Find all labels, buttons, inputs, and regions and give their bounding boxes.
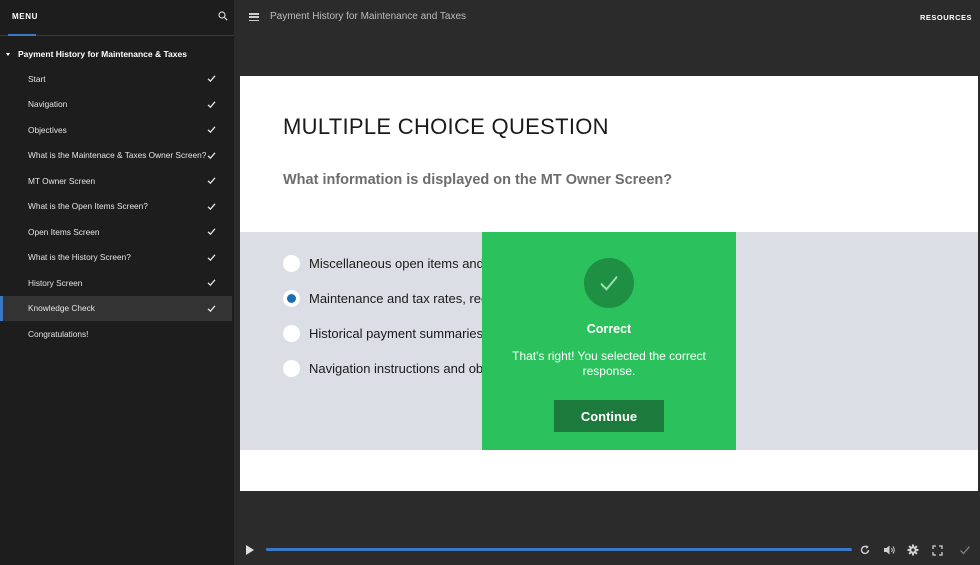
checkmark-icon bbox=[207, 228, 216, 236]
checkmark-icon bbox=[207, 279, 216, 287]
caret-down-icon bbox=[6, 52, 10, 56]
sidebar-item[interactable]: Start bbox=[0, 66, 232, 92]
answer-label: Maintenance and tax rates, recur bbox=[309, 291, 500, 306]
answer-label: Miscellaneous open items and th bbox=[309, 256, 499, 271]
slide-heading: MULTIPLE CHOICE QUESTION bbox=[283, 114, 609, 139]
feedback-message: That's right! You selected the correct r… bbox=[512, 349, 706, 378]
sidebar-item[interactable]: History Screen bbox=[0, 270, 232, 296]
volume-button[interactable] bbox=[882, 543, 896, 557]
answer-option[interactable]: Miscellaneous open items and th bbox=[283, 255, 498, 272]
gear-icon bbox=[907, 544, 919, 556]
checkmark-icon bbox=[600, 275, 618, 292]
answer-area: Miscellaneous open items and th Maintena… bbox=[240, 232, 978, 450]
fullscreen-icon bbox=[931, 544, 943, 556]
radio-button-selected[interactable] bbox=[283, 290, 300, 307]
answer-option[interactable]: Navigation instructions and obje bbox=[283, 360, 493, 377]
answer-label: Historical payment summaries ar bbox=[309, 326, 499, 341]
progress-bar[interactable] bbox=[266, 548, 852, 551]
continue-button[interactable]: Continue bbox=[554, 400, 664, 432]
checkmark-icon bbox=[207, 304, 216, 312]
sidebar-item[interactable]: What is the Open Items Screen? bbox=[0, 194, 232, 220]
sidebar-item-label: Objectives bbox=[28, 124, 67, 135]
sidebar-item[interactable]: Congratulations! bbox=[0, 321, 232, 347]
course-title: Payment History for Maintenance & Taxes bbox=[18, 49, 187, 59]
sidebar-item-label: Knowledge Check bbox=[28, 303, 95, 314]
feedback-title: Correct bbox=[586, 322, 632, 336]
answer-label: Navigation instructions and obje bbox=[309, 361, 494, 376]
radio-button[interactable] bbox=[283, 325, 300, 342]
sidebar-item[interactable]: Open Items Screen bbox=[0, 219, 232, 245]
volume-icon bbox=[883, 545, 895, 555]
course-player: MENU Payment History for Maintenance & T… bbox=[0, 0, 980, 565]
checkmark-icon bbox=[207, 202, 216, 210]
replay-button[interactable] bbox=[858, 543, 872, 557]
checkmark-icon bbox=[207, 177, 216, 185]
menu-tab[interactable]: MENU bbox=[12, 12, 38, 21]
menu-tab-indicator bbox=[8, 34, 36, 36]
search-icon[interactable] bbox=[218, 11, 228, 21]
question-text: What information is displayed on the MT … bbox=[283, 172, 673, 188]
answer-option[interactable]: Historical payment summaries ar bbox=[283, 325, 498, 342]
sidebar-item-label: Start bbox=[28, 73, 46, 84]
sidebar-item[interactable]: Navigation bbox=[0, 92, 232, 118]
checkmark-icon bbox=[207, 100, 216, 108]
settings-button[interactable] bbox=[906, 543, 920, 557]
sidebar-item-label: What is the Open Items Screen? bbox=[28, 201, 148, 212]
checkmark-icon bbox=[207, 151, 216, 159]
page-title: Payment History for Maintenance and Taxe… bbox=[270, 11, 467, 22]
progress-bar-fill bbox=[266, 548, 852, 551]
sidebar-item-label: What is the History Screen? bbox=[28, 252, 131, 263]
sidebar-item[interactable]: MT Owner Screen bbox=[0, 168, 232, 194]
course-section-header[interactable]: Payment History for Maintenance & Taxes bbox=[6, 49, 187, 59]
quiz-slide: MULTIPLE CHOICE QUESTION What informatio… bbox=[240, 76, 978, 491]
resources-button[interactable]: RESOURCES bbox=[920, 13, 972, 22]
sidebar-item[interactable]: Objectives bbox=[0, 117, 232, 143]
play-icon[interactable] bbox=[245, 544, 255, 556]
checkmark-icon bbox=[207, 75, 216, 83]
sidebar-item-label: Navigation bbox=[28, 99, 68, 110]
hamburger-menu-icon[interactable] bbox=[249, 13, 259, 22]
replay-icon bbox=[860, 545, 870, 555]
fullscreen-button[interactable] bbox=[930, 543, 944, 557]
sidebar-item-label: History Screen bbox=[28, 277, 83, 288]
sidebar-item-label: Open Items Screen bbox=[28, 226, 100, 237]
sidebar-header: MENU bbox=[0, 0, 234, 36]
sidebar-item[interactable]: Knowledge Check bbox=[0, 295, 232, 321]
sidebar-item-label: MT Owner Screen bbox=[28, 175, 96, 186]
lesson-list: Start Navigation Objectives What is the Mai… bbox=[0, 66, 232, 347]
sidebar-item-label: What is the Maintenace & Taxes Owner Scr… bbox=[28, 150, 207, 161]
feedback-popup: Correct That's right! You selected the c… bbox=[482, 232, 736, 450]
sidebar-item-label: Congratulations! bbox=[28, 328, 89, 339]
check-circle bbox=[584, 258, 634, 308]
sidebar-item[interactable]: What is the History Screen? bbox=[0, 245, 232, 271]
radio-button[interactable] bbox=[283, 360, 300, 377]
sidebar-menu: MENU Payment History for Maintenance & T… bbox=[0, 0, 234, 565]
sidebar-item[interactable]: What is the Maintenace & Taxes Owner Scr… bbox=[0, 143, 232, 169]
checkmark-icon bbox=[960, 546, 971, 555]
radio-selected-dot bbox=[287, 294, 296, 303]
answer-option[interactable]: Maintenance and tax rates, recur bbox=[283, 290, 499, 307]
checkmark-icon bbox=[207, 253, 216, 261]
checkmark-icon bbox=[207, 126, 216, 134]
submit-button[interactable] bbox=[958, 543, 972, 557]
radio-button[interactable] bbox=[283, 255, 300, 272]
